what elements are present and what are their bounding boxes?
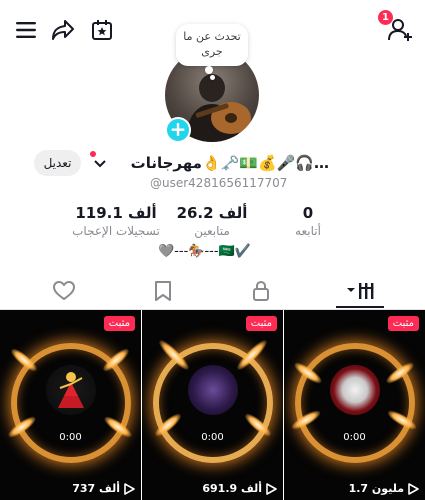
view-count-value: 737 ألف [72, 482, 120, 495]
skull-artwork [329, 365, 380, 415]
stat-followers-value: 26.2 ألف [176, 204, 248, 222]
tab-liked[interactable] [52, 279, 76, 303]
heart-icon [53, 281, 75, 300]
lock-icon [253, 280, 269, 301]
view-count-value: 1.7 مليون [348, 482, 404, 495]
stat-following-value: 0 [302, 204, 314, 222]
bubble-tail [205, 66, 213, 74]
active-tab-indicator [336, 306, 384, 308]
user-handle: @user4281656117707 [150, 176, 288, 190]
share-icon[interactable] [47, 14, 79, 46]
stat-likes-label: تسجيلات الإعجاب [72, 224, 160, 238]
video-thumbnail[interactable]: 0:00 مثبت 1.7 مليون [284, 310, 425, 500]
bubble-tail-small [210, 75, 215, 80]
view-count-value: 691.9 ألف [202, 482, 262, 495]
bookmark-icon [155, 281, 171, 301]
content-tabs [0, 272, 425, 310]
tab-favorites[interactable] [151, 279, 175, 303]
add-friend-icon[interactable]: 1 [378, 10, 416, 46]
play-icon [408, 482, 419, 495]
video-time: 0:00 [201, 432, 224, 443]
calendar-star-icon[interactable] [86, 14, 118, 46]
video-time: 0:00 [59, 432, 82, 443]
video-grid-icon [347, 283, 374, 299]
pinned-badge: مثبت [245, 316, 277, 331]
chevron-down-icon[interactable] [93, 155, 107, 169]
tab-videos[interactable] [346, 279, 376, 303]
edit-profile-button[interactable]: تعديل [34, 150, 81, 176]
stat-followers-label: متابعين [194, 224, 230, 238]
pinned-badge: مثبت [103, 316, 135, 331]
view-count: 737 ألف [72, 482, 135, 495]
add-story-button[interactable]: + [165, 117, 191, 143]
video-grid: 0:00 مثبت 1.7 مليون 0:00 مثبت 691.9 ألف … [0, 310, 425, 500]
play-icon [266, 482, 277, 495]
view-count: 691.9 ألف [202, 482, 277, 495]
stat-followers[interactable]: 26.2 ألف متابعين [170, 203, 254, 239]
video-time: 0:00 [343, 432, 366, 443]
notification-badge: 1 [378, 10, 393, 25]
dancer-artwork [45, 365, 96, 415]
video-thumbnail[interactable]: 0:00 مثبت 737 ألف [0, 310, 141, 500]
view-count: 1.7 مليون [349, 482, 419, 495]
mask-artwork [187, 365, 238, 415]
pinned-badge: مثبت [387, 316, 419, 331]
bio: 🩶---🏇---🇸🇦✔️ [158, 244, 251, 259]
video-thumbnail[interactable]: 0:00 مثبت 691.9 ألف [142, 310, 283, 500]
username: مهرجانات👌🗝️💵💰🎤🎧… [130, 154, 329, 172]
stat-following-label: أتابعه [295, 224, 321, 238]
stat-likes-value: 119.1 ألف [75, 204, 157, 222]
status-bubble[interactable]: تحدث عن ما جرى [176, 24, 248, 66]
tab-private[interactable] [249, 279, 273, 303]
play-icon [124, 482, 135, 495]
menu-icon[interactable] [10, 14, 42, 46]
stat-following[interactable]: 0 أتابعه [278, 203, 338, 239]
stat-likes[interactable]: 119.1 ألف تسجيلات الإعجاب [70, 203, 162, 239]
